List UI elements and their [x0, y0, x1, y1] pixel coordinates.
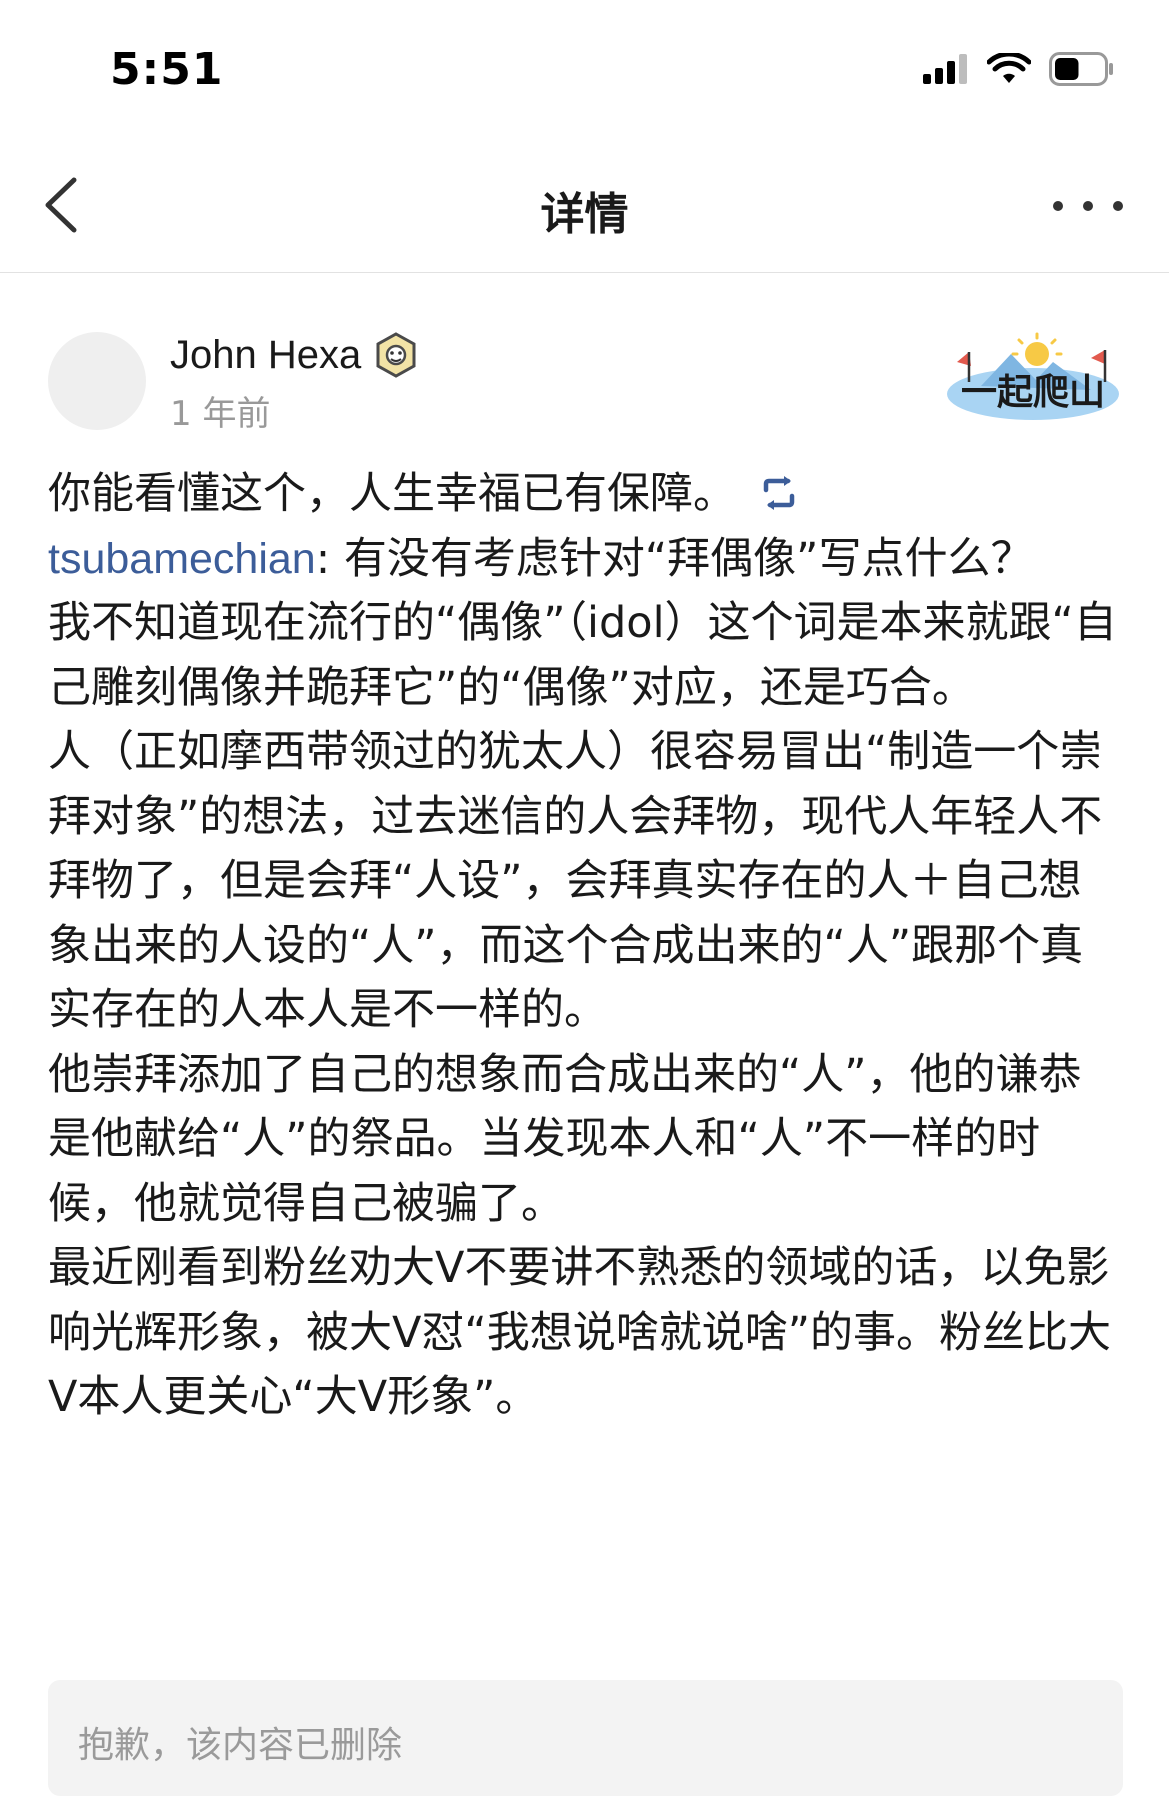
post-text-paragraph: 他崇拜添加了自己的想象而合成出来的“人”，他的谦恭是他献给“人”的祭品。当发现本…: [48, 1049, 1082, 1229]
more-button[interactable]: [1053, 186, 1123, 226]
deleted-content-box: 抱歉，该内容已删除: [48, 1680, 1123, 1796]
nav-bar: 详情: [0, 150, 1169, 273]
repost-icon[interactable]: [758, 476, 800, 510]
signal-icon: [923, 54, 967, 84]
post-body: 你能看懂这个，人生幸福已有保障。 tsubamechian: 有没有考虑针对“拜…: [48, 462, 1123, 1430]
post-text-paragraph: 人（正如摩西带领过的犹太人）很容易冒出“制造一个崇拜对象”的想法，过去迷信的人会…: [48, 727, 1103, 1035]
avatar[interactable]: [48, 332, 146, 430]
more-dots-icon: [1083, 201, 1093, 211]
post-text-line: 你能看懂这个，人生幸福已有保障。: [48, 469, 736, 519]
deleted-notice: 抱歉，该内容已删除: [78, 1725, 403, 1766]
group-logo-image: 一起爬山: [947, 332, 1119, 420]
more-dots-icon: [1053, 201, 1063, 211]
post-text-paragraph: tsubamechian: 有没有考虑针对“拜偶像”写点什么？: [48, 527, 1123, 592]
post-header: John Hexa 1 年前 一起爬山: [0, 272, 1169, 442]
author-row: John Hexa: [170, 332, 419, 378]
post-text-paragraph: 你能看懂这个，人生幸福已有保障。: [48, 462, 1123, 527]
more-dots-icon: [1113, 201, 1123, 211]
battery-icon: [1049, 52, 1113, 86]
mention-link[interactable]: tsubamechian: [48, 535, 316, 583]
post-text-paragraph: 最近刚看到粉丝劝大Ⅴ不要讲不熟悉的领域的话，以免影响光辉形象，被大Ⅴ怼“我想说啥…: [48, 1243, 1111, 1422]
wifi-icon: [987, 53, 1031, 83]
post-text-quote: : 有没有考虑针对“拜偶像”写点什么？: [315, 533, 1034, 584]
status-bar: 5:51: [0, 0, 1169, 150]
svg-text:一起爬山: 一起爬山: [961, 372, 1105, 413]
status-time: 5:51: [110, 44, 224, 95]
author-name[interactable]: John Hexa: [170, 333, 361, 378]
post-text-paragraph: 我不知道现在流行的“偶像”（idol）这个词是本来就跟“自己雕刻偶像并跪拜它”的…: [48, 598, 1117, 713]
page-title: 详情: [540, 189, 629, 240]
post-time: 1 年前: [170, 394, 271, 434]
group-logo[interactable]: 一起爬山: [941, 332, 1121, 422]
badge-icon: [376, 332, 416, 378]
status-icons: [923, 52, 1115, 86]
